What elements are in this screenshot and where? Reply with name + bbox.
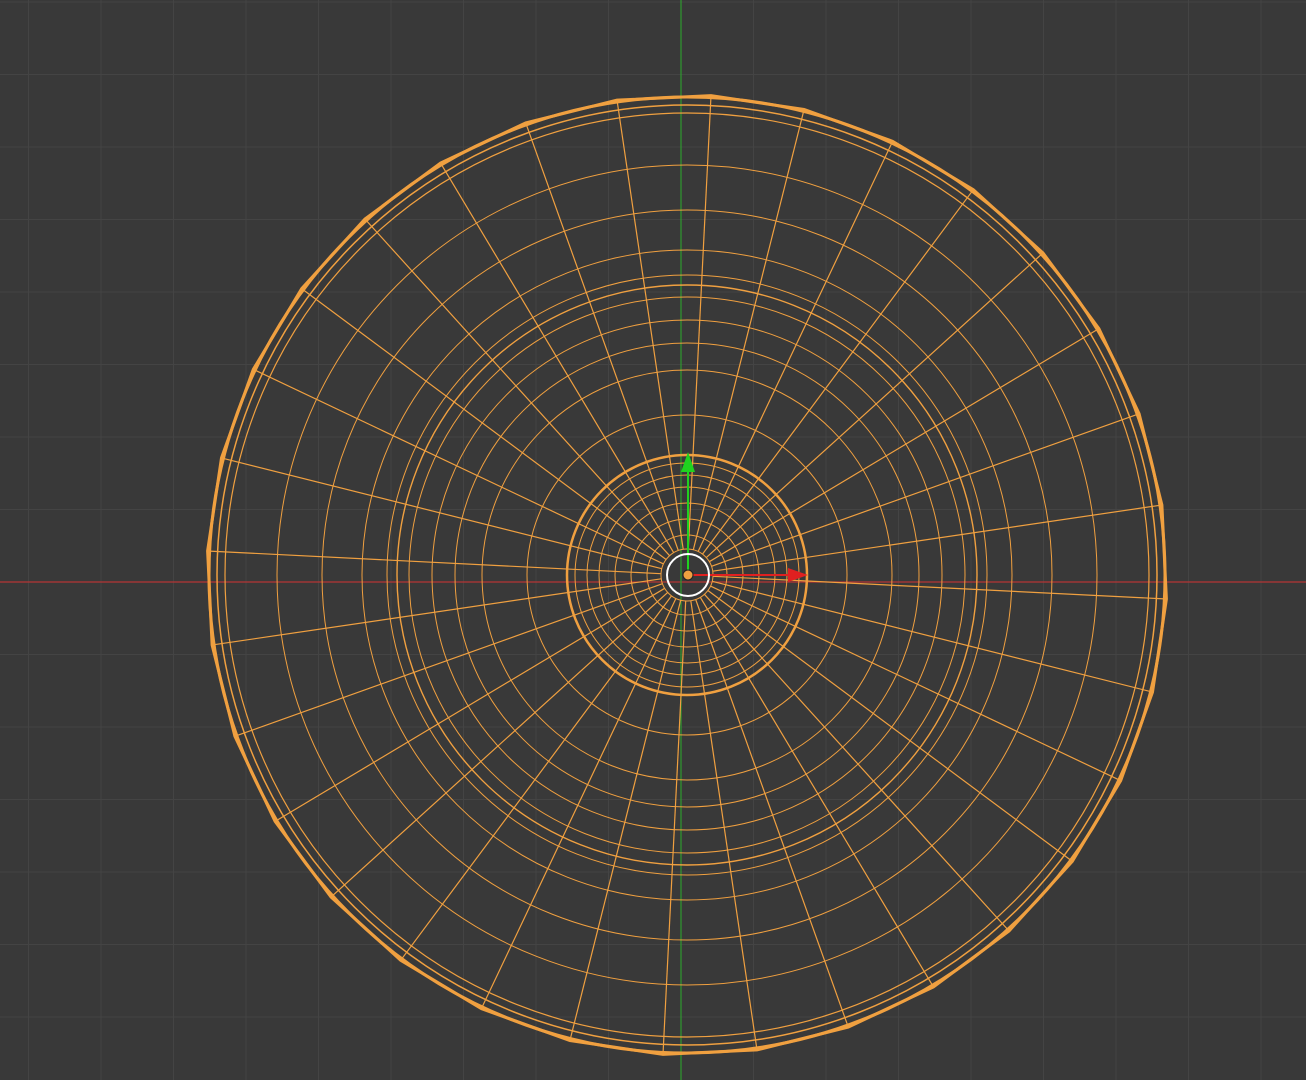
mesh-radial-edge xyxy=(236,583,663,737)
mesh-radial-edge xyxy=(276,587,666,821)
mesh-radial-edge xyxy=(707,590,1072,861)
mesh-radial-edge xyxy=(302,289,667,560)
mesh-radial-edge xyxy=(710,585,1120,781)
object-origin-icon xyxy=(682,569,694,581)
mesh-radial-edge xyxy=(401,595,672,960)
gizmo-x-arrow-icon[interactable] xyxy=(788,568,808,582)
3d-viewport[interactable] xyxy=(0,0,1306,1080)
mesh-radial-edge xyxy=(699,596,933,986)
mesh-radial-edge xyxy=(697,142,893,552)
mesh-radial-edge xyxy=(481,598,677,1008)
viewport-grid xyxy=(0,0,1306,1080)
mesh-radial-edge xyxy=(254,369,664,565)
mesh-radial-edge xyxy=(525,124,679,551)
viewport-canvas[interactable] xyxy=(0,0,1306,1080)
mesh-radial-edge xyxy=(695,599,849,1026)
mesh-radial-edge xyxy=(441,164,675,554)
mesh-radial-edge xyxy=(702,190,973,555)
